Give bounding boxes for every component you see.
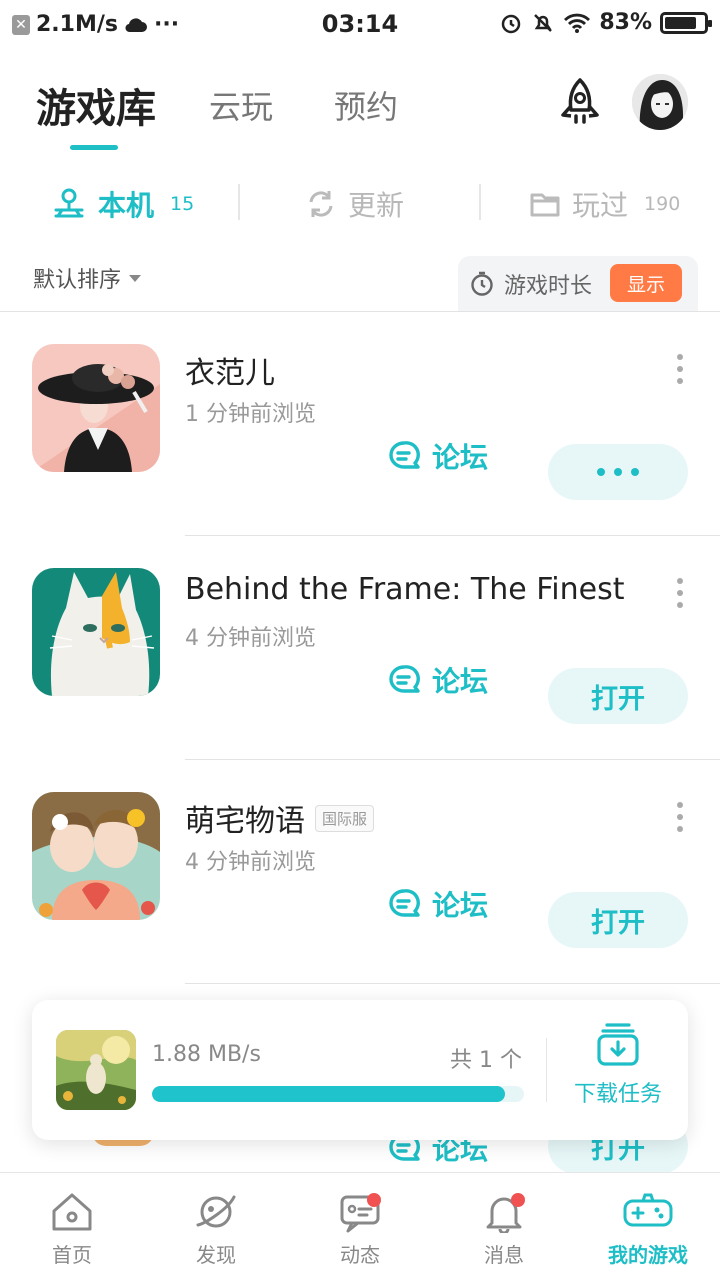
subtab-update[interactable]: 更新 <box>306 184 404 224</box>
active-tab-indicator <box>70 145 118 150</box>
last-viewed: 4 分钟前浏览 <box>185 626 316 651</box>
nav-messages-label: 消息 <box>484 1243 524 1267</box>
subtab-update-label: 更新 <box>348 189 405 222</box>
forum-label: 论坛 <box>432 665 489 698</box>
refresh-icon <box>309 191 333 217</box>
mute-icon <box>534 13 553 32</box>
subtab-local[interactable]: 本机 15 <box>52 184 194 224</box>
nav-feed[interactable]: 动态 <box>305 1191 415 1268</box>
game-title-text: Behind the Frame: The Finest… <box>185 572 625 607</box>
show-button[interactable]: 显示 <box>610 264 682 302</box>
play-time-label: 游戏时长 <box>504 274 593 299</box>
tab-reservation[interactable]: 预约 <box>334 82 398 128</box>
subtab-local-label: 本机 <box>98 189 155 222</box>
nav-my-games[interactable]: 我的游戏 <box>593 1191 703 1268</box>
download-count: 共 1 个 <box>450 1048 522 1073</box>
battery-level <box>665 16 696 29</box>
battery-icon <box>660 11 712 34</box>
last-viewed: 4 分钟前浏览 <box>185 850 316 875</box>
tab-cloud-play[interactable]: 云玩 <box>209 82 273 128</box>
game-title[interactable]: 萌宅物语 国际服 <box>185 796 625 840</box>
more-options-icon[interactable] <box>672 802 688 832</box>
ellipsis-icon <box>597 468 639 476</box>
open-button[interactable]: 打开 <box>548 668 688 724</box>
wifi-icon <box>564 13 591 33</box>
subtab-played-count: 190 <box>644 193 681 215</box>
forum-button[interactable]: 论坛 <box>388 660 488 700</box>
notification-badge <box>511 1193 525 1207</box>
divider <box>546 1038 547 1102</box>
nav-discover[interactable]: 发现 <box>161 1191 271 1268</box>
forum-label: 论坛 <box>432 889 489 922</box>
status-bar: ✕ 2.1M/s ··· 03:14 83% <box>0 0 720 50</box>
download-speed: 1.88 MB/s <box>152 1042 261 1067</box>
nav-home[interactable]: 首页 <box>17 1191 127 1268</box>
alarm-icon <box>502 14 521 33</box>
more-options-icon[interactable] <box>672 354 688 384</box>
game-item[interactable]: 衣范儿 1 分钟前浏览 论坛 <box>0 312 720 536</box>
subtab-local-count: 15 <box>170 193 195 215</box>
nav-my-games-label: 我的游戏 <box>608 1243 688 1267</box>
divider <box>185 983 720 984</box>
forum-button[interactable]: 论坛 <box>388 884 488 924</box>
device-icon <box>54 188 84 218</box>
nav-feed-label: 动态 <box>340 1243 380 1267</box>
last-viewed: 1 分钟前浏览 <box>185 402 316 427</box>
planet-icon <box>196 1195 236 1228</box>
divider <box>238 184 240 220</box>
header: 游戏库 云玩 预约 <box>0 70 720 160</box>
game-icon-behind-the-frame[interactable] <box>32 568 160 696</box>
more-options-icon[interactable] <box>672 578 688 608</box>
divider <box>479 184 481 220</box>
home-icon <box>52 1193 92 1231</box>
game-icon-yifaner[interactable] <box>32 344 160 472</box>
more-actions-button[interactable] <box>548 444 688 500</box>
nav-home-label: 首页 <box>52 1243 92 1267</box>
region-tag: 国际服 <box>315 804 375 832</box>
download-card[interactable]: 1.88 MB/s 共 1 个 下载任务 <box>32 1000 688 1140</box>
chevron-down-icon <box>129 274 142 282</box>
game-title[interactable]: Behind the Frame: The Finest… <box>185 572 625 607</box>
game-item[interactable]: Behind the Frame: The Finest… 4 分钟前浏览 论坛… <box>0 536 720 760</box>
download-tasks-label: 下载任务 <box>573 1082 662 1107</box>
download-tray-icon <box>597 1023 639 1066</box>
open-button[interactable]: 打开 <box>548 892 688 948</box>
forum-button[interactable]: 论坛 <box>388 436 488 476</box>
sub-tabs: 本机 15 更新 玩过 190 <box>0 176 720 230</box>
subtab-played-label: 玩过 <box>572 189 629 222</box>
game-icon-mengzhai[interactable] <box>32 792 160 920</box>
game-title-text: 萌宅物语 <box>185 804 305 839</box>
game-item[interactable]: 萌宅物语 国际服 4 分钟前浏览 论坛 打开 <box>0 760 720 984</box>
forum-icon <box>389 665 420 693</box>
bottom-nav: 首页 发现 动态 消息 我的游戏 <box>0 1172 720 1280</box>
nav-messages[interactable]: 消息 <box>449 1191 559 1268</box>
forum-icon <box>389 889 420 917</box>
avatar[interactable] <box>632 74 688 130</box>
sort-dropdown[interactable]: 默认排序 <box>33 262 142 294</box>
battery-percent: 83% <box>599 10 652 35</box>
notification-badge <box>367 1193 381 1207</box>
rocket-icon[interactable] <box>552 76 608 132</box>
subtab-played[interactable]: 玩过 190 <box>530 184 680 224</box>
folder-icon <box>530 193 560 217</box>
timer-icon <box>471 271 493 296</box>
download-progress-fill <box>152 1086 506 1102</box>
play-time-toggle: 游戏时长 显示 <box>458 256 698 312</box>
download-tasks-button[interactable]: 下载任务 <box>566 1022 670 1108</box>
gamepad-icon <box>623 1193 673 1227</box>
tab-game-library[interactable]: 游戏库 <box>36 76 156 134</box>
status-right: 83% <box>499 10 712 35</box>
forum-label: 论坛 <box>432 441 489 474</box>
game-title[interactable]: 衣范儿 <box>185 348 625 392</box>
nav-discover-label: 发现 <box>196 1243 236 1267</box>
sort-label: 默认排序 <box>33 268 122 293</box>
game-title-text: 衣范儿 <box>185 356 275 391</box>
download-game-thumbnail <box>56 1030 136 1110</box>
forum-icon <box>389 441 420 469</box>
download-progress-bar <box>152 1086 524 1102</box>
